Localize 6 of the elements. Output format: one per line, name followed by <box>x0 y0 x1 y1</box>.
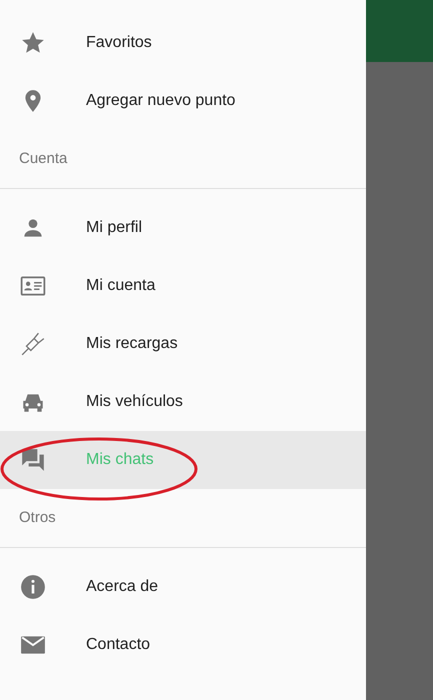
section-header: Otros <box>19 508 56 528</box>
section-header: Cuenta <box>19 148 68 169</box>
plug-icon <box>20 331 46 357</box>
chat-bubbles-icon <box>20 447 46 473</box>
info-icon <box>20 574 46 600</box>
app-bar <box>366 0 433 62</box>
